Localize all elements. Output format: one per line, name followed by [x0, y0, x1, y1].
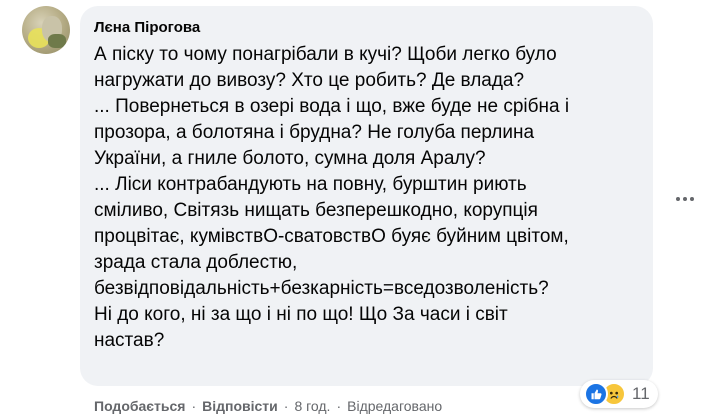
comment-root: Лєна Пірогова А піску то чому понагрібал…: [0, 0, 713, 417]
comment-line: настав?: [94, 330, 165, 351]
like-icon: [584, 382, 608, 406]
reactions-summary[interactable]: 11: [580, 380, 658, 408]
reply-button[interactable]: Відповісти: [202, 398, 278, 414]
like-button[interactable]: Подобається: [94, 398, 185, 414]
reaction-count: 11: [632, 384, 650, 403]
avatar-photo-part: [48, 34, 66, 48]
dot: [683, 197, 687, 201]
comment-author[interactable]: Лєна Пірогова: [94, 18, 641, 38]
more-options-icon[interactable]: [670, 189, 700, 209]
avatar[interactable]: [22, 6, 70, 54]
separator: ·: [283, 398, 289, 414]
comment-line: зрада стала доблестю,: [94, 252, 298, 273]
timestamp[interactable]: 8 год.: [294, 398, 330, 414]
comment-line: нагружати до вивозу? Хто це робить? Де в…: [94, 70, 525, 91]
comment-line: України, а гниле болото, сумна доля Арал…: [94, 148, 486, 169]
dot: [676, 197, 680, 201]
comment-line: Ні до кого, ні за що і ні по що! Що За ч…: [94, 304, 508, 325]
separator: ·: [191, 398, 197, 414]
comment-actions: Подобається · Відповісти · 8 год. · Відр…: [94, 398, 442, 414]
separator: ·: [336, 398, 342, 414]
comment-line: прозора, а болотяна і брудна? Не голуба …: [94, 122, 535, 143]
comment-line: процвітає, кумівствО-сватовствО буяє буй…: [94, 226, 569, 247]
comment-bubble: Лєна Пірогова А піску то чому понагрібал…: [80, 6, 653, 386]
edited-label[interactable]: Відредаговано: [347, 398, 442, 414]
dot: [690, 197, 694, 201]
comment-line: ... Ліси контрабандують на повну, буршти…: [94, 174, 527, 195]
comment-line: сміливо, Світязь нищать безперешкодно, к…: [94, 200, 538, 221]
comment-text: А піску то чому понагрібали в кучі? Щоби…: [94, 42, 641, 354]
comment-line: безвідповідальність+безкарність=вседозво…: [94, 278, 549, 299]
comment-line: А піску то чому понагрібали в кучі? Щоби…: [94, 44, 557, 65]
comment-line: ... Повернеться в озері вода і що, вже б…: [94, 96, 570, 117]
